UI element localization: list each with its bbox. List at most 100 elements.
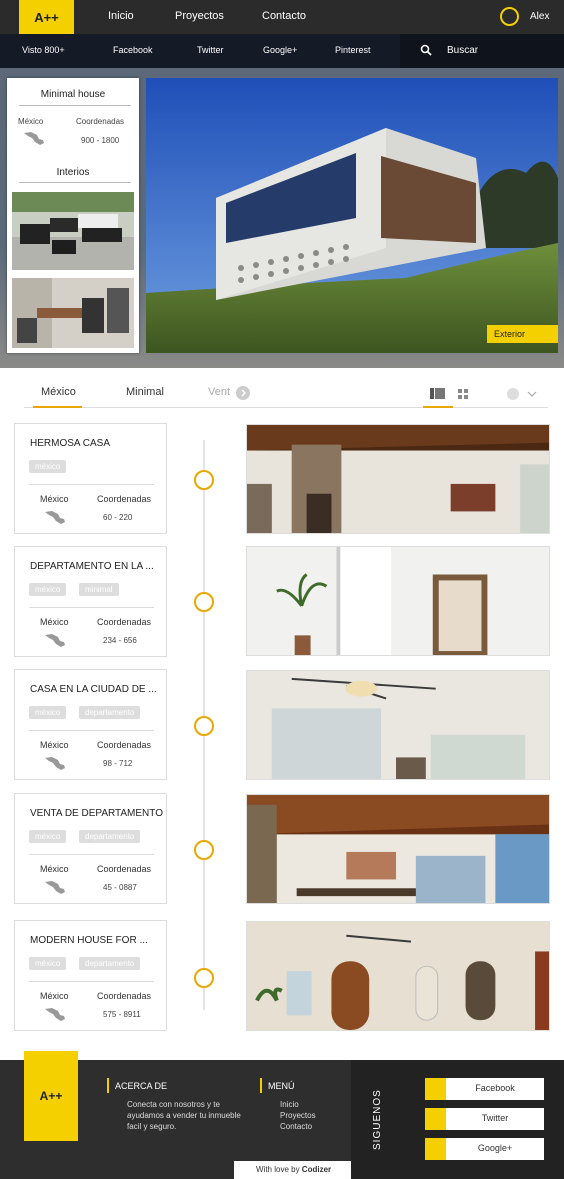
listing-photo[interactable] [246, 921, 550, 1031]
listing-tag[interactable]: méxico [29, 830, 67, 843]
timeline-dot [194, 716, 214, 736]
search-label: Buscar [447, 45, 479, 56]
logo[interactable]: A++ [19, 0, 74, 34]
listing-card[interactable]: DEPARTAMENTO EN LA ... méxico minimal Mé… [14, 546, 167, 657]
listing-country: México [40, 617, 69, 627]
listing-title: CASA EN LA CIUDAD DE ... [30, 684, 157, 695]
search-box[interactable]: Buscar [400, 34, 564, 68]
footer-googleplus-button[interactable]: Google+ [425, 1138, 544, 1160]
listing-tag[interactable]: departamento [79, 706, 141, 719]
listing-photo[interactable] [246, 546, 550, 656]
featured-info-card[interactable]: Minimal house México Coordenadas 900 - 1… [7, 78, 139, 353]
listing-card[interactable]: CASA EN LA CIUDAD DE ... méxico departam… [14, 669, 167, 780]
about-text-line: ayudamos a vender tu inmueble [127, 1111, 241, 1120]
hero-house-photo[interactable] [146, 78, 558, 353]
link-googleplus[interactable]: Google+ [263, 45, 297, 55]
nav-contacto[interactable]: Contacto [262, 10, 306, 22]
featured-title: Minimal house [40, 89, 106, 100]
listing-tag[interactable]: méxico [29, 957, 67, 970]
footer-twitter-label: Twitter [481, 1113, 509, 1123]
office-thumbnail[interactable] [12, 278, 134, 348]
top-nav: A++ Inicio Proyectos Contacto Alex [0, 0, 564, 34]
listing-coord-label: Coordenadas [97, 617, 152, 627]
mexico-map-icon [45, 634, 65, 647]
follow-label: SIGUENOS [372, 1089, 383, 1150]
listing-country: México [40, 991, 69, 1001]
listing-title: DEPARTAMENTO EN LA ... [30, 561, 154, 572]
accent-bar [260, 1078, 262, 1093]
listing-coords: 60 - 220 [103, 513, 133, 522]
footer-menu-proyectos[interactable]: Proyectos [280, 1110, 316, 1121]
tabs-next-icon[interactable] [236, 386, 250, 400]
listing-tag[interactable]: minimal [79, 583, 119, 596]
interior-thumbnail[interactable] [12, 192, 134, 270]
listing-coord-label: Coordenadas [97, 494, 152, 504]
nav-proyectos[interactable]: Proyectos [175, 10, 224, 22]
footer-facebook-button[interactable]: Facebook [425, 1078, 544, 1100]
about-title: ACERCA DE [115, 1081, 168, 1091]
listing-title: VENTA DE DEPARTAMENTO [30, 808, 163, 819]
link-pinterest[interactable]: Pinterest [335, 45, 371, 55]
featured-coord-label: Coordenadas [76, 117, 125, 126]
listing-coord-label: Coordenadas [97, 991, 152, 1001]
mexico-map-icon [45, 511, 65, 524]
user-avatar-icon[interactable] [500, 7, 519, 26]
divider [29, 730, 154, 731]
footer-googleplus-label: Google+ [477, 1143, 513, 1153]
listing-tag[interactable]: méxico [29, 706, 67, 719]
mexico-map-icon [45, 757, 65, 770]
tab-mexico[interactable]: México [41, 386, 76, 398]
accent-block [425, 1078, 446, 1100]
link-twitter[interactable]: Twitter [197, 45, 224, 55]
mexico-map-icon [45, 881, 65, 894]
listing-tag[interactable]: méxico [29, 460, 67, 473]
listing-card[interactable]: VENTA DE DEPARTAMENTO méxico departament… [14, 793, 167, 904]
menu-title: MENÚ [268, 1081, 295, 1091]
mexico-map-icon [24, 132, 44, 145]
listing-coords: 98 - 712 [103, 759, 133, 768]
listing-coords: 234 - 656 [103, 636, 137, 645]
divider [19, 182, 131, 183]
listing-tag[interactable]: méxico [29, 583, 67, 596]
footer-facebook-label: Facebook [475, 1083, 515, 1093]
listing-coords: 575 - 8911 [103, 1010, 141, 1019]
sub-bar: Visto 800+ Facebook Twitter Google+ Pint… [0, 34, 564, 68]
listing-photo[interactable] [246, 794, 550, 904]
footer-twitter-button[interactable]: Twitter [425, 1108, 544, 1130]
active-view-indicator [423, 406, 453, 408]
listing-tag[interactable]: departamento [79, 830, 141, 843]
mexico-map-icon [45, 1008, 65, 1021]
views-count: Visto 800+ [22, 45, 65, 55]
listing-coords: 45 - 0887 [103, 883, 137, 892]
tab-venta[interactable]: Vent [208, 386, 230, 398]
listing-tag[interactable]: departamento [79, 957, 141, 970]
grid-view-icon[interactable] [458, 389, 468, 399]
accent-bar [107, 1078, 109, 1093]
tab-minimal[interactable]: Minimal [126, 386, 164, 398]
interiors-label: Interios [56, 167, 90, 178]
listing-card[interactable]: MODERN HOUSE FOR ... méxico departamento… [14, 920, 167, 1031]
listing-title: HERMOSA CASA [30, 438, 111, 449]
accent-block [425, 1138, 446, 1160]
listing-photo[interactable] [246, 424, 550, 534]
exterior-badge[interactable]: Exterior [487, 325, 558, 343]
credit[interactable]: With love by Codizer [234, 1161, 351, 1179]
footer-menu-inicio[interactable]: Inicio [280, 1099, 299, 1110]
link-facebook[interactable]: Facebook [113, 45, 153, 55]
listing-photo[interactable] [246, 670, 550, 780]
sort-dropdown-icon[interactable] [506, 387, 538, 401]
listing-card[interactable]: HERMOSA CASA méxico México Coordenadas 6… [14, 423, 167, 534]
nav-inicio[interactable]: Inicio [108, 10, 134, 22]
listing-title: MODERN HOUSE FOR ... [30, 935, 148, 946]
list-view-icon[interactable] [430, 388, 445, 399]
about-text-line: Conecta con nosotros y te [127, 1100, 220, 1109]
footer-logo[interactable]: A++ [24, 1051, 78, 1141]
listing-country: México [40, 494, 69, 504]
featured-coords: 900 - 1800 [81, 136, 120, 145]
footer-menu-contacto[interactable]: Contacto [280, 1121, 312, 1132]
listing-coord-label: Coordenadas [97, 740, 152, 750]
search-icon [420, 44, 432, 56]
user-name[interactable]: Alex [530, 11, 549, 22]
timeline-dot [194, 592, 214, 612]
listing-country: México [40, 740, 69, 750]
